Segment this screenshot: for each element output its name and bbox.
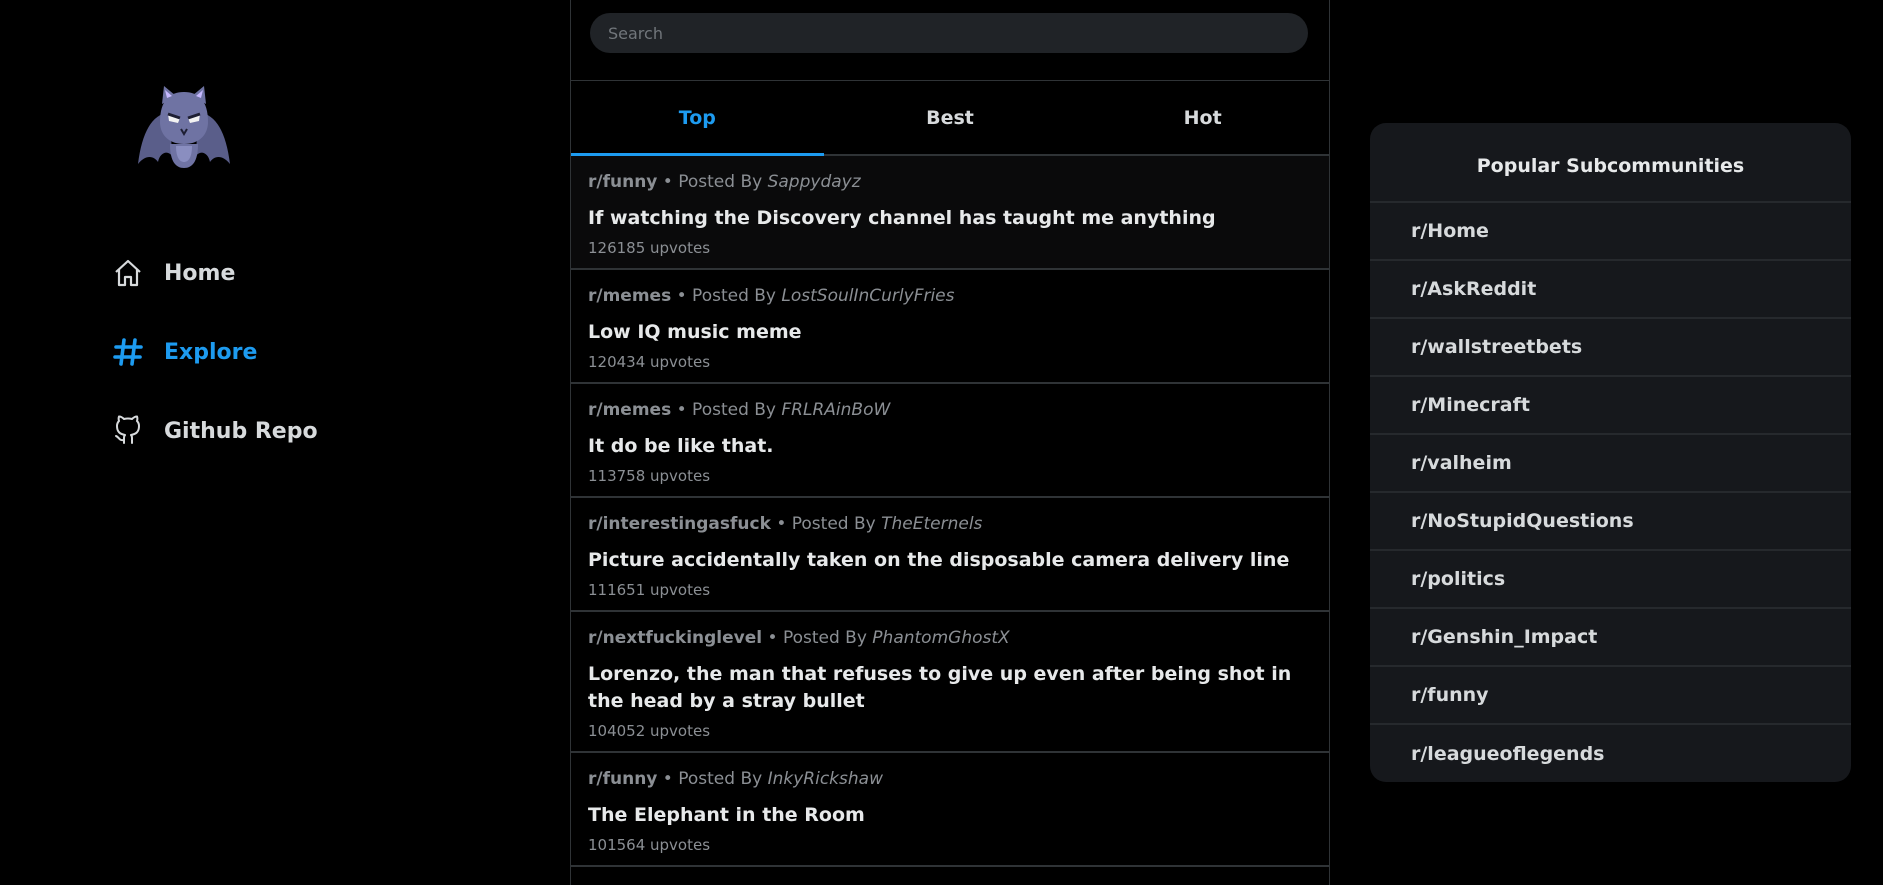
posted-by-label: Posted By: [791, 514, 876, 534]
posted-by-label: Posted By: [692, 400, 776, 420]
community-item[interactable]: r/NoStupidQuestions: [1370, 493, 1851, 551]
hashtag-icon: [112, 336, 144, 368]
post-item[interactable]: r/memes • Posted By LostSoulInCurlyFries…: [571, 270, 1329, 384]
community-item[interactable]: r/Minecraft: [1370, 377, 1851, 435]
main-nav: Home Explore Github Repo: [112, 248, 318, 485]
post-title[interactable]: Picture accidentally taken on the dispos…: [588, 547, 1312, 574]
post-list: r/funny • Posted By Sappydayz If watchin…: [571, 156, 1329, 867]
meta-separator: •: [662, 172, 679, 192]
post-author[interactable]: Sappydayz: [768, 172, 861, 192]
community-list: r/Home r/AskReddit r/wallstreetbets r/Mi…: [1370, 203, 1851, 782]
post-subreddit[interactable]: r/funny: [588, 769, 657, 789]
meta-separator: •: [776, 514, 792, 534]
post-upvotes: 111651 upvotes: [588, 581, 711, 599]
feed-column: Top Best Hot r/funny • Posted By Sappyda…: [570, 0, 1330, 885]
community-item[interactable]: r/funny: [1370, 667, 1851, 725]
posted-by-label: Posted By: [692, 286, 776, 306]
post-author[interactable]: TheEternels: [881, 514, 982, 534]
sort-tabs: Top Best Hot: [571, 81, 1329, 156]
post-upvotes: 126185 upvotes: [588, 239, 711, 257]
nav-item-github-repo[interactable]: Github Repo: [112, 406, 318, 456]
popular-subcommunities-panel: Popular Subcommunities r/Home r/AskReddi…: [1370, 123, 1851, 782]
post-upvotes: 113758 upvotes: [588, 467, 711, 485]
post-item[interactable]: r/interestingasfuck • Posted By TheEtern…: [571, 498, 1329, 612]
post-upvotes: 120434 upvotes: [588, 353, 711, 371]
community-item[interactable]: r/valheim: [1370, 435, 1851, 493]
post-subreddit[interactable]: r/memes: [588, 286, 671, 306]
post-subreddit[interactable]: r/interestingasfuck: [588, 514, 771, 534]
nav-item-label: Github Repo: [164, 418, 318, 444]
bat-logo-icon[interactable]: [134, 82, 234, 170]
post-meta: r/funny • Posted By Sappydayz: [588, 171, 1312, 193]
community-item[interactable]: r/AskReddit: [1370, 261, 1851, 319]
post-title[interactable]: Low IQ music meme: [588, 319, 1312, 346]
post-title[interactable]: Lorenzo, the man that refuses to give up…: [588, 661, 1312, 715]
meta-separator: •: [767, 628, 783, 648]
post-author[interactable]: FRLRAinBoW: [781, 400, 890, 420]
meta-separator: •: [662, 769, 679, 789]
github-icon: [112, 415, 144, 447]
nav-item-explore[interactable]: Explore: [112, 327, 318, 377]
meta-separator: •: [676, 400, 693, 420]
nav-item-label: Explore: [164, 339, 258, 365]
tab-hot[interactable]: Hot: [1076, 81, 1329, 154]
post-meta: r/memes • Posted By LostSoulInCurlyFries: [588, 285, 1312, 307]
post-title[interactable]: If watching the Discovery channel has ta…: [588, 205, 1312, 232]
posted-by-label: Posted By: [678, 769, 763, 789]
post-meta: r/interestingasfuck • Posted By TheEtern…: [588, 513, 1312, 535]
post-author[interactable]: PhantomGhostX: [872, 628, 1009, 648]
panel-title: Popular Subcommunities: [1370, 123, 1851, 203]
community-item[interactable]: r/Genshin_Impact: [1370, 609, 1851, 667]
posted-by-label: Posted By: [782, 628, 867, 648]
post-upvotes: 101564 upvotes: [588, 836, 711, 854]
post-item[interactable]: r/memes • Posted By FRLRAinBoW It do be …: [571, 384, 1329, 498]
community-item[interactable]: r/politics: [1370, 551, 1851, 609]
post-subreddit[interactable]: r/funny: [588, 172, 657, 192]
post-author[interactable]: LostSoulInCurlyFries: [781, 286, 954, 306]
post-subreddit[interactable]: r/memes: [588, 400, 671, 420]
community-item[interactable]: r/wallstreetbets: [1370, 319, 1851, 377]
post-meta: r/nextfuckinglevel • Posted By PhantomGh…: [588, 627, 1312, 649]
post-subreddit[interactable]: r/nextfuckinglevel: [588, 628, 762, 648]
post-title[interactable]: It do be like that.: [588, 433, 1312, 460]
search-bar: [571, 0, 1329, 81]
post-item[interactable]: r/funny • Posted By Sappydayz If watchin…: [571, 156, 1329, 270]
post-meta: r/funny • Posted By InkyRickshaw: [588, 768, 1312, 790]
tab-top[interactable]: Top: [571, 81, 824, 156]
posted-by-label: Posted By: [678, 172, 763, 192]
post-item[interactable]: r/funny • Posted By InkyRickshaw The Ele…: [571, 753, 1329, 867]
post-upvotes: 104052 upvotes: [588, 722, 711, 740]
meta-separator: •: [676, 286, 693, 306]
left-sidebar: Home Explore Github Repo: [0, 0, 570, 885]
app-root: Home Explore Github Repo Search Top Best…: [0, 0, 1883, 885]
post-author[interactable]: InkyRickshaw: [768, 769, 883, 789]
community-item[interactable]: r/leagueoflegends: [1370, 725, 1851, 782]
home-icon: [112, 257, 144, 289]
tab-best[interactable]: Best: [824, 81, 1077, 154]
search-input[interactable]: [590, 13, 1308, 53]
post-meta: r/memes • Posted By FRLRAinBoW: [588, 399, 1312, 421]
post-item[interactable]: r/nextfuckinglevel • Posted By PhantomGh…: [571, 612, 1329, 753]
nav-item-home[interactable]: Home: [112, 248, 318, 298]
nav-item-label: Home: [164, 260, 236, 286]
community-item[interactable]: r/Home: [1370, 203, 1851, 261]
post-title[interactable]: The Elephant in the Room: [588, 802, 1312, 829]
